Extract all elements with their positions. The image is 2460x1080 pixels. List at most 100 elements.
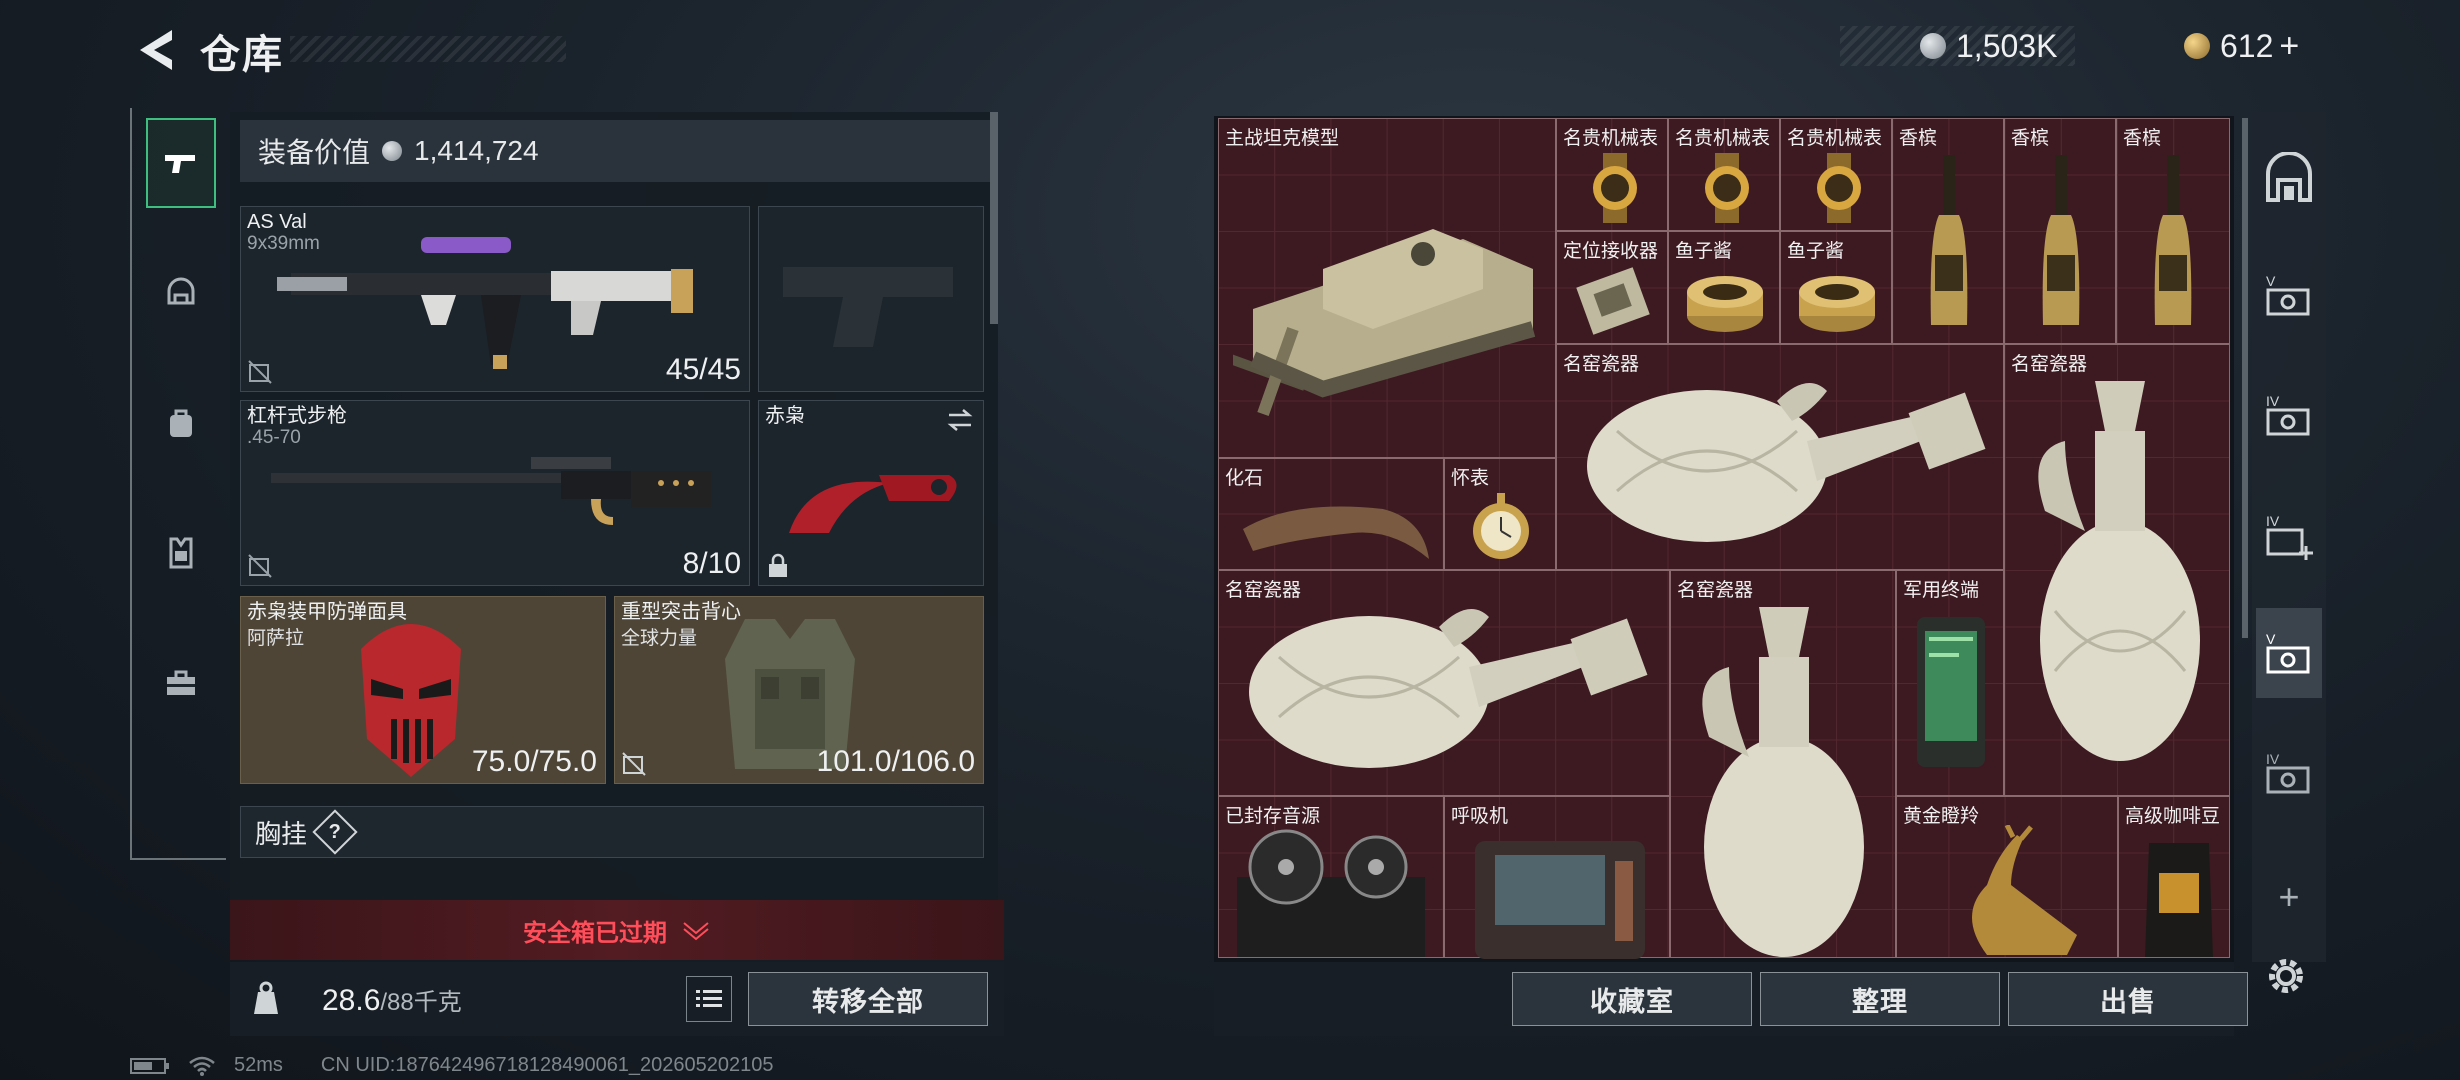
weapon-tab[interactable] <box>146 118 216 208</box>
storage-v-button[interactable]: V <box>2256 250 2322 340</box>
storage-item[interactable]: 香槟 <box>2004 118 2116 344</box>
gold-coin-icon <box>2184 33 2210 59</box>
caviar-icon <box>1687 276 1763 332</box>
backpack-tab[interactable] <box>146 378 216 468</box>
swap-icon[interactable] <box>945 407 975 433</box>
carry-weight-current: 28.6 <box>322 984 381 1017</box>
help-icon[interactable]: ? <box>312 809 358 855</box>
gold-currency-value: 612 <box>2220 27 2274 64</box>
storage-item[interactable]: 名窑瓷器 <box>2004 344 2230 796</box>
rifle-slot[interactable]: 杠杆式步枪 .45-70 8/10 <box>240 400 750 586</box>
svg-text:V: V <box>2266 631 2276 647</box>
storage-iv-button[interactable]: IV <box>2256 370 2322 460</box>
storage-item[interactable]: 高级咖啡豆 <box>2118 796 2230 958</box>
storage-item[interactable]: 香槟 <box>1892 118 2004 344</box>
storage-item[interactable]: 军用终端 <box>1896 570 2004 796</box>
storage-item[interactable]: 名窑瓷器 <box>1218 570 1670 796</box>
toolbox-tab[interactable] <box>146 638 216 728</box>
red-mask-helmet-icon <box>361 624 461 777</box>
gear-icon[interactable] <box>2262 952 2310 1000</box>
archive-button[interactable] <box>2256 134 2322 224</box>
chest-rig-label: 胸挂 <box>255 818 308 849</box>
storage-item[interactable]: 呼吸机 <box>1444 796 1670 959</box>
svg-text:V: V <box>2266 273 2276 289</box>
list-view-button[interactable] <box>686 976 732 1022</box>
storage-grid: 主战坦克模型 名贵机械表 名贵机械表 名贵机械表 香槟 香槟 香槟 定位接收器 <box>1218 118 2230 959</box>
melee-slot[interactable]: 赤枭 <box>758 400 984 586</box>
back-button[interactable] <box>132 24 180 76</box>
storage-iv-icon: IV <box>2266 393 2310 436</box>
storage-item[interactable]: 鱼子酱 <box>1668 231 1780 344</box>
equipment-value: 装备价值 1,414,724 <box>240 120 996 182</box>
caviar-icon <box>1799 276 1875 332</box>
safe-box-status: 安全箱已过期 <box>523 919 667 947</box>
porcelain-ewer-icon <box>1587 383 1986 542</box>
armor-sub: 全球力量 <box>621 628 698 649</box>
secondary-weapon-slot[interactable] <box>758 206 984 392</box>
storage-item[interactable]: 名贵机械表 <box>1780 118 1892 231</box>
chevron-down-icon <box>683 922 709 941</box>
vest-icon <box>169 537 193 569</box>
helmet-icon <box>167 277 195 305</box>
storage-item[interactable]: 黄金瞪羚 <box>1896 796 2118 958</box>
backpack-icon <box>170 409 192 437</box>
transfer-all-button[interactable]: 转移全部 <box>748 972 988 1026</box>
chest-rig-section[interactable]: 胸挂 ? <box>240 806 984 858</box>
gold-currency-plus[interactable]: + <box>2279 27 2299 66</box>
primary-weapon-slot[interactable]: AS Val 9x39mm 45/45 <box>240 206 750 392</box>
storage-scrollbar[interactable] <box>2242 118 2248 638</box>
storage-item[interactable]: 怀表 <box>1444 458 1556 570</box>
helmet-durability: 75.0/75.0 <box>471 745 597 778</box>
gold-currency[interactable]: 612 + <box>2184 26 2299 66</box>
storage-iv-add-icon: IV <box>2266 513 2313 560</box>
weapon-ammo: 8/10 <box>682 547 741 580</box>
gold-watch-icon <box>1593 153 1637 223</box>
collection-room-button[interactable]: 收藏室 <box>1512 972 1752 1026</box>
weight-icon <box>254 981 278 1014</box>
toolbox-icon <box>167 670 195 695</box>
wifi-icon <box>189 1056 215 1076</box>
tank-model-icon <box>1233 229 1536 416</box>
equipment-scrollbar[interactable] <box>990 112 998 324</box>
karambit-icon <box>789 475 957 533</box>
storage-item[interactable]: 名贵机械表 <box>1668 118 1780 231</box>
sort-button[interactable]: 整理 <box>1760 972 2000 1026</box>
storage-item[interactable]: 名窑瓷器 <box>1670 570 1896 958</box>
uninsured-icon <box>248 360 272 384</box>
archive-icon <box>2266 152 2312 202</box>
reel-tape-icon <box>1237 829 1425 957</box>
uid-text: CN UID:1876424967181284900​61_2026052021… <box>320 1054 774 1076</box>
add-storage-button[interactable]: + <box>2256 852 2322 942</box>
storage-item[interactable]: 名窑瓷器 <box>1556 344 2004 570</box>
carry-weight-capacity: /88千克 <box>380 989 462 1016</box>
storage-v-icon: V <box>2266 273 2310 316</box>
storage-item[interactable]: 香槟 <box>2116 118 2230 344</box>
storage-item[interactable]: 已封存音源 <box>1218 796 1444 958</box>
storage-v-key-button[interactable]: V <box>2256 608 2322 698</box>
sell-button[interactable]: 出售 <box>2008 972 2248 1026</box>
storage-iv-lock-button[interactable]: IV <box>2256 728 2322 818</box>
storage-iv-add-button[interactable]: IV <box>2256 490 2322 580</box>
equipment-value-label: 装备价值 <box>258 137 371 168</box>
helmet-slot[interactable]: 赤枭装甲防弹面具 阿萨拉 75.0/75.0 <box>240 596 606 784</box>
storage-item[interactable]: 定位接收器 <box>1556 231 1668 344</box>
storage-item[interactable]: 化石 <box>1218 458 1444 570</box>
storage-item[interactable]: 名贵机械表 <box>1556 118 1668 231</box>
weapon-ammo: 45/45 <box>665 353 741 386</box>
helmet-sub: 阿萨拉 <box>247 628 305 649</box>
storage-item[interactable]: 鱼子酱 <box>1780 231 1892 344</box>
silver-currency[interactable]: 1,503K <box>1840 26 2076 66</box>
coffee-bag-icon <box>2145 843 2213 957</box>
porcelain-ewer-icon <box>1702 607 1864 957</box>
lock-icon <box>769 553 787 577</box>
armor-slot[interactable]: 重型突击背心 全球力量 101.0/106.0 <box>614 596 984 784</box>
safe-box-expired-banner[interactable]: 安全箱已过期 <box>230 900 1004 960</box>
storage-item[interactable]: 主战坦克模型 <box>1218 118 1556 458</box>
champagne-icon <box>2042 155 2080 325</box>
champagne-icon <box>2154 155 2192 325</box>
weapon-name: 杠杆式步枪 <box>247 405 347 427</box>
vest-tab[interactable] <box>146 508 216 598</box>
carry-weight: 28.6/88千克 <box>322 982 462 1018</box>
helmet-tab[interactable] <box>146 248 216 338</box>
military-terminal-icon <box>1917 617 1985 767</box>
